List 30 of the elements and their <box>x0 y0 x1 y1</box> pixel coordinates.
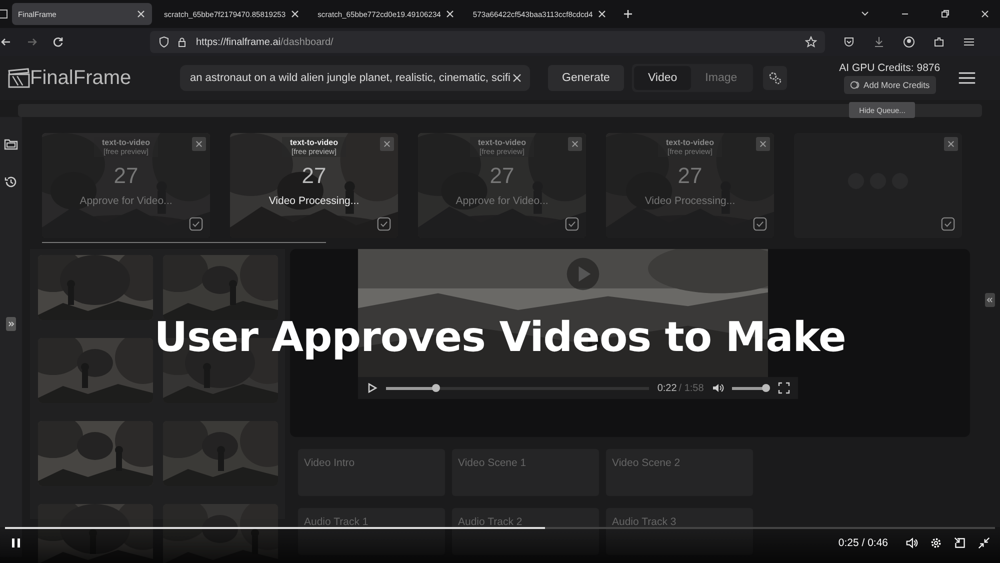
mode-tab[interactable]: Image <box>691 66 752 90</box>
playback-time: 0:25 / 0:46 <box>838 537 888 549</box>
job-type: text-to-video <box>102 138 150 147</box>
duration: / 1:58 <box>678 382 704 394</box>
prompt-field[interactable]: an astronaut on a wild alien jungle planet, realistic, cinematic, scifi <box>180 65 530 91</box>
job-status: Approve for Video... <box>456 195 548 207</box>
scene-label: Video Scene 2 <box>612 457 680 469</box>
scene-label: Video Intro <box>304 457 355 469</box>
job-status: Approve for Video... <box>80 195 172 207</box>
credits-label: AI GPU Credits: 9876 <box>839 62 940 74</box>
address-bar[interactable]: https://finalframe.ai/dashboard/ <box>150 31 825 53</box>
job-count: 27 <box>490 163 514 189</box>
job-count: 27 <box>114 163 138 189</box>
generate-button[interactable]: Generate <box>548 65 624 91</box>
track-label: Audio Track 2 <box>458 516 522 528</box>
track-label: Audio Track 1 <box>304 516 368 528</box>
logo-text: FinalFrame <box>30 66 132 90</box>
job-status: Video Processing... <box>268 195 360 207</box>
job-count: 27 <box>678 163 702 189</box>
mode-tab[interactable]: Video <box>634 66 692 90</box>
job-count: 27 <box>302 163 326 189</box>
job-type: text-to-video <box>290 138 338 147</box>
job-status: Video Processing... <box>644 195 736 207</box>
job-type: text-to-video <box>666 138 714 147</box>
track-label: Audio Track 3 <box>612 516 676 528</box>
scene-label: Video Scene 1 <box>458 457 526 469</box>
caption: User Approves Videos to Make <box>153 313 847 361</box>
current-time: 0:22 <box>657 382 677 394</box>
job-type: text-to-video <box>478 138 526 147</box>
add-credits-button[interactable]: Add More Credits <box>844 76 936 94</box>
